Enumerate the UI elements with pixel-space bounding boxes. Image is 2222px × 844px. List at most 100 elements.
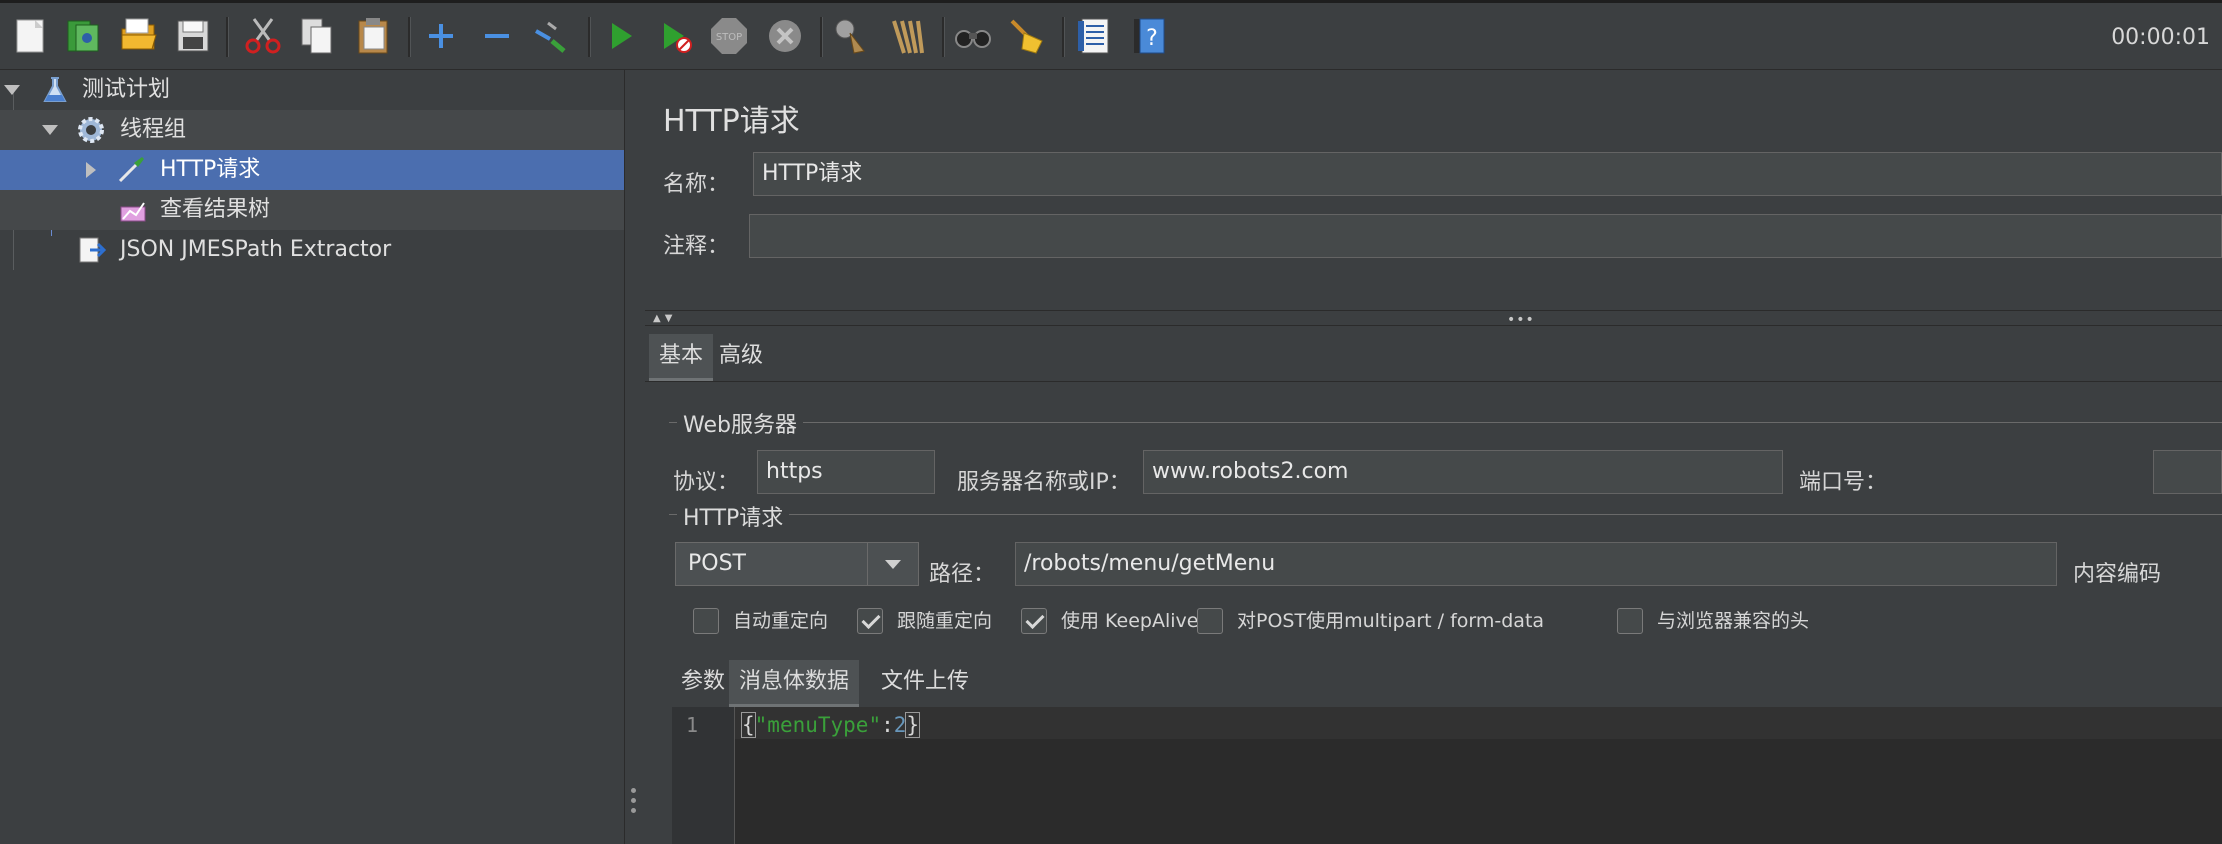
- tree-item-label: 测试计划: [82, 77, 171, 102]
- options-row: 自动重定向 跟随重定向 使用 KeepAlive 对POST使用multipar…: [693, 608, 2222, 638]
- protocol-label: 协议：: [673, 470, 740, 495]
- server-label: 服务器名称或IP：: [957, 470, 1131, 495]
- browser-headers-label: 与浏览器兼容的头: [1657, 610, 1810, 632]
- tab-divider: [645, 381, 2222, 382]
- function-helper-icon[interactable]: [1074, 15, 1116, 57]
- method-select[interactable]: POST: [675, 542, 919, 586]
- templates-icon[interactable]: [62, 15, 104, 57]
- collapse-icon[interactable]: [476, 15, 518, 57]
- toolbar-separator: [820, 17, 823, 57]
- cut-icon[interactable]: [242, 15, 284, 57]
- keepalive-label: 使用 KeepAlive: [1061, 610, 1199, 632]
- horizontal-splitter[interactable]: ▲▼ •••: [645, 310, 2222, 328]
- paste-icon[interactable]: [352, 15, 394, 57]
- code-line: {"menuType":2}: [741, 712, 921, 738]
- start-no-pause-icon[interactable]: [654, 15, 696, 57]
- expand-toggle[interactable]: [42, 125, 58, 139]
- code-colon: :: [881, 713, 894, 737]
- tab-body-data[interactable]: 消息体数据: [729, 660, 860, 707]
- toolbar-separator: [1062, 17, 1065, 57]
- tree-item-thread-group[interactable]: 线程组: [0, 110, 624, 150]
- port-field[interactable]: [2153, 450, 2222, 494]
- http-request-panel: HTTP请求 名称： HTTP请求 注释： ▲▼ ••• 基本 高级 Web服务…: [645, 70, 2222, 844]
- tree-item-label: JSON JMESPath Extractor: [120, 237, 392, 262]
- code-brace-open: {: [741, 712, 756, 738]
- content-encoding-label: 内容编码: [2073, 562, 2162, 587]
- toolbar-separator: [408, 17, 411, 57]
- tree-item-label: 线程组: [120, 117, 187, 142]
- clear-all-icon[interactable]: [886, 15, 928, 57]
- path-label: 路径：: [929, 562, 996, 587]
- tree-item-http-request[interactable]: HTTP请求: [0, 150, 624, 190]
- vertical-splitter[interactable]: [624, 70, 646, 844]
- new-icon[interactable]: [10, 15, 52, 57]
- open-icon[interactable]: [118, 15, 160, 57]
- name-field[interactable]: HTTP请求: [753, 152, 2222, 196]
- method-value: POST: [688, 551, 746, 576]
- comment-field[interactable]: [749, 214, 2222, 258]
- toolbar-separator: [226, 17, 229, 57]
- extractor-icon: [76, 235, 107, 265]
- expand-toggle[interactable]: [86, 162, 100, 178]
- test-plan-tree: 测试计划 线程组 HTTP请求 查看结果树 JSON JMESPath Extr…: [0, 70, 624, 844]
- tab-advanced[interactable]: 高级: [709, 334, 773, 378]
- group-border: [669, 514, 2222, 515]
- multipart-label: 对POST使用multipart / form-data: [1237, 610, 1545, 632]
- stop-icon[interactable]: STOP: [708, 15, 750, 57]
- current-line-highlight: [735, 707, 2222, 739]
- port-label: 端口号：: [1799, 470, 1888, 495]
- tab-parameters[interactable]: 参数: [671, 660, 735, 704]
- gear-icon: [76, 115, 106, 145]
- toggle-icon[interactable]: [530, 15, 572, 57]
- group-border: [669, 422, 2222, 423]
- start-icon[interactable]: [600, 15, 642, 57]
- auto-redirect-checkbox[interactable]: [693, 608, 719, 634]
- tree-item-json-jmespath-extractor[interactable]: JSON JMESPath Extractor: [0, 230, 624, 270]
- toolbar-separator: [588, 17, 591, 57]
- browser-headers-checkbox[interactable]: [1617, 608, 1643, 634]
- follow-redirects-checkbox[interactable]: [857, 608, 883, 634]
- path-field[interactable]: /robots/menu/getMenu: [1015, 542, 2057, 586]
- follow-redirects-label: 跟随重定向: [897, 610, 993, 632]
- save-icon[interactable]: [172, 15, 214, 57]
- code-number-value: 2: [893, 713, 907, 737]
- code-string-key: "menuType": [754, 713, 882, 737]
- splitter-grip-icon: •••: [1507, 312, 1535, 328]
- protocol-field[interactable]: https: [757, 450, 935, 494]
- chevron-down-icon[interactable]: [867, 543, 918, 585]
- shutdown-icon[interactable]: [764, 15, 806, 57]
- body-data-editor[interactable]: 1 {"menuType":2}: [672, 707, 2222, 844]
- toolbar-separator: [942, 17, 945, 57]
- reset-search-icon[interactable]: [1006, 15, 1048, 57]
- panel-title: HTTP请求: [663, 104, 800, 139]
- splitter-grip-icon: [631, 788, 637, 818]
- tree-item-label: HTTP请求: [160, 157, 261, 182]
- tree-item-test-plan[interactable]: 测试计划: [0, 70, 624, 110]
- http-request-group-title: HTTP请求: [677, 500, 790, 532]
- help-icon[interactable]: ?: [1128, 15, 1170, 57]
- copy-icon[interactable]: [296, 15, 338, 57]
- clear-icon[interactable]: [830, 15, 872, 57]
- tree-item-view-results-tree[interactable]: 查看结果树: [0, 190, 624, 230]
- search-icon[interactable]: [952, 15, 994, 57]
- tab-file-upload[interactable]: 文件上传: [871, 660, 979, 704]
- expand-toggle[interactable]: [4, 85, 20, 99]
- multipart-checkbox[interactable]: [1197, 608, 1223, 634]
- results-chart-icon: [118, 195, 148, 225]
- elapsed-timer: 00:00:01: [2111, 25, 2210, 50]
- svg-text:?: ?: [1146, 26, 1158, 51]
- tab-basic[interactable]: 基本: [649, 334, 714, 381]
- line-number: 1: [686, 713, 699, 737]
- comment-label: 注释：: [663, 234, 730, 259]
- expand-icon[interactable]: [420, 15, 462, 57]
- pipette-icon: [116, 155, 146, 185]
- keepalive-checkbox[interactable]: [1021, 608, 1047, 634]
- collapse-arrows-icon[interactable]: ▲▼: [653, 313, 676, 324]
- auto-redirect-label: 自动重定向: [733, 610, 829, 632]
- web-server-group-title: Web服务器: [677, 407, 803, 439]
- tree-item-label: 查看结果树: [160, 197, 271, 222]
- code-brace-close: }: [905, 712, 921, 738]
- name-label: 名称：: [663, 172, 730, 197]
- flask-icon: [40, 75, 70, 105]
- server-field[interactable]: www.robots2.com: [1143, 450, 1783, 494]
